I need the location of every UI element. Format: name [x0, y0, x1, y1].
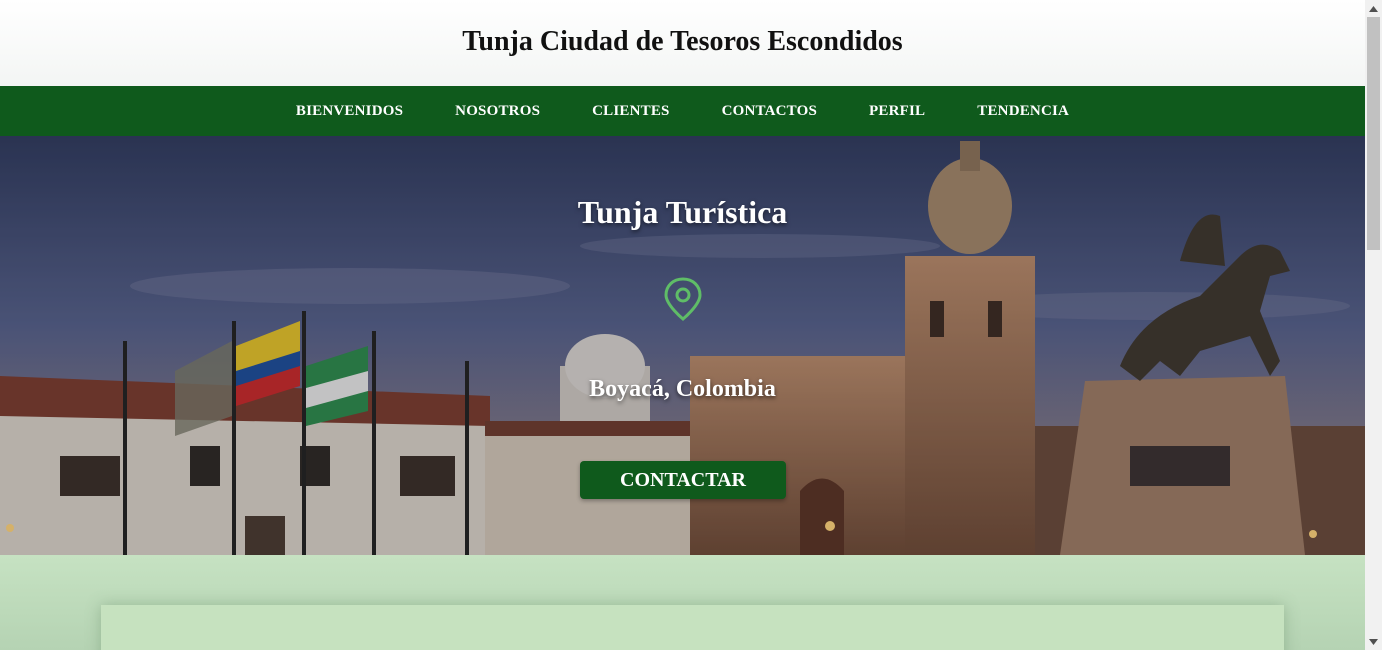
hero-content: Tunja Turística Boyacá, Colombia CONTACT… [0, 136, 1365, 555]
map-pin-icon [664, 277, 702, 321]
scroll-up-arrow-icon[interactable] [1365, 0, 1382, 17]
hero-section: Tunja Turística Boyacá, Colombia CONTACT… [0, 136, 1365, 555]
nav-item-bienvenidos[interactable]: BIENVENIDOS [296, 103, 403, 119]
nav-item-contactos[interactable]: CONTACTOS [722, 103, 817, 119]
vertical-scrollbar[interactable] [1365, 0, 1382, 650]
nav-item-tendencia[interactable]: TENDENCIA [977, 103, 1069, 119]
hero-title: Tunja Turística [577, 194, 788, 230]
scroll-down-arrow-icon[interactable] [1365, 633, 1382, 650]
nav-list: BIENVENIDOS NOSOTROS CLIENTES CONTACTOS … [270, 102, 1095, 120]
page: Tunja Ciudad de Tesoros Escondidos BIENV… [0, 0, 1365, 650]
content-card [101, 605, 1284, 650]
site-title: Tunja Ciudad de Tesoros Escondidos [462, 26, 903, 57]
main-nav: BIENVENIDOS NOSOTROS CLIENTES CONTACTOS … [0, 86, 1365, 136]
hero-location: Boyacá, Colombia [589, 376, 776, 402]
site-header: Tunja Ciudad de Tesoros Escondidos [0, 0, 1365, 86]
nav-item-clientes[interactable]: CLIENTES [592, 103, 669, 119]
nav-item-perfil[interactable]: PERFIL [869, 103, 925, 119]
contactar-button[interactable]: CONTACTAR [580, 461, 786, 499]
content-section [0, 555, 1365, 650]
scrollbar-thumb[interactable] [1367, 17, 1380, 250]
nav-item-nosotros[interactable]: NOSOTROS [455, 103, 540, 119]
